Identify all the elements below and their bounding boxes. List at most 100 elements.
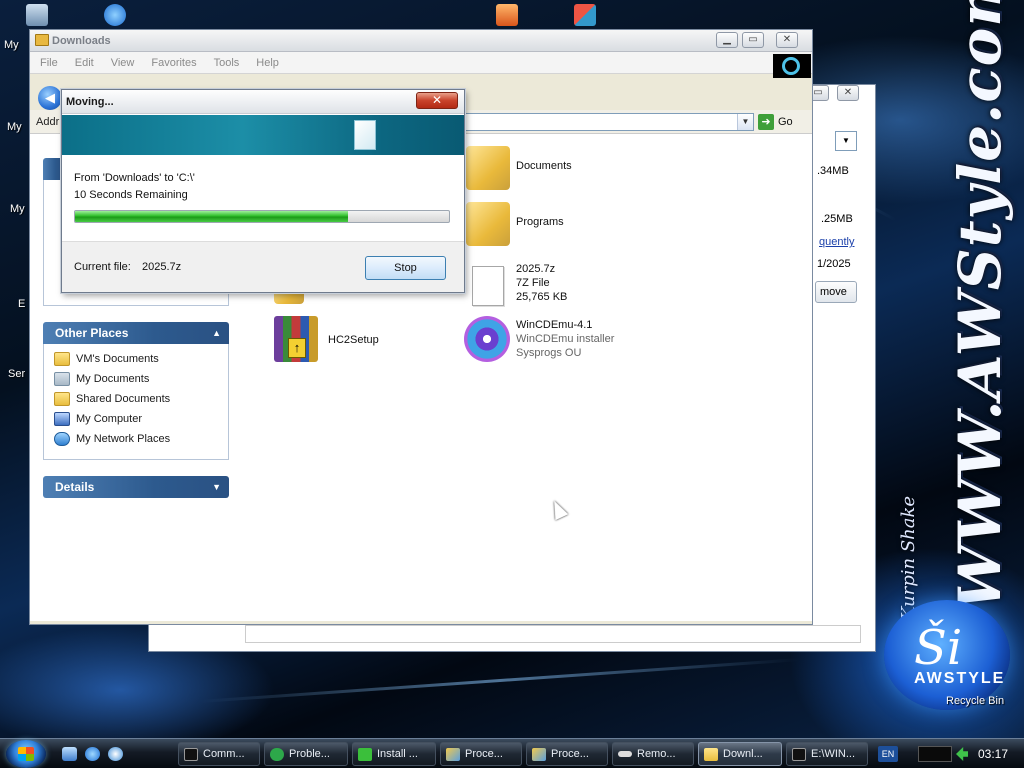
bg-size-text: .34MB xyxy=(817,165,849,177)
other-place-my-documents[interactable]: My Documents xyxy=(54,370,149,388)
stop-button[interactable]: Stop xyxy=(365,256,446,280)
console-icon xyxy=(184,747,198,761)
collapse-chevron-icon[interactable]: ▲ xyxy=(212,322,221,344)
wallpaper-logo: Ši AWSTYLE xyxy=(884,600,1010,710)
desktop-icon-label[interactable]: My xyxy=(10,203,25,215)
console-icon xyxy=(792,747,806,761)
other-place-shared-documents[interactable]: Shared Documents xyxy=(54,390,170,408)
other-place-vms-documents[interactable]: VM's Documents xyxy=(54,350,159,368)
up-arrow-icon: ↑ xyxy=(288,338,306,358)
menu-file[interactable]: File xyxy=(40,57,58,69)
file-name: WinCDEmu-4.1 xyxy=(516,319,593,331)
bg-link[interactable]: quently xyxy=(819,236,854,248)
recycle-bin-label[interactable]: Recycle Bin xyxy=(946,695,1004,707)
folder-icon xyxy=(35,34,49,46)
wallpaper-streak xyxy=(199,658,799,703)
other-places-header[interactable]: Other Places ▲ xyxy=(43,322,229,344)
details-header[interactable]: Details ▼ xyxy=(43,476,229,498)
taskbar-button-label: Remo... xyxy=(637,748,676,760)
back-button[interactable]: ◀ xyxy=(38,86,62,110)
problem-icon xyxy=(270,747,284,761)
taskbar-button-console[interactable]: E:\WIN... xyxy=(786,742,868,766)
desktop-shortcut-icon[interactable] xyxy=(26,4,48,26)
minimize-button[interactable]: ▁ xyxy=(716,32,738,48)
menu-view[interactable]: View xyxy=(111,57,135,69)
desktop-app-icon[interactable] xyxy=(496,4,518,26)
maximize-button[interactable]: ▭ xyxy=(742,32,764,48)
menu-favorites[interactable]: Favorites xyxy=(151,57,196,69)
desktop-icon-label[interactable]: My xyxy=(7,121,22,133)
task-panel-header[interactable] xyxy=(43,158,63,180)
expand-chevron-icon[interactable]: ▼ xyxy=(212,476,221,498)
process-icon xyxy=(446,747,460,761)
folder-icon xyxy=(54,352,70,366)
bg-dropdown[interactable]: ▼ xyxy=(835,131,857,151)
taskbar-button-label: Proble... xyxy=(289,748,330,760)
menu-edit[interactable]: Edit xyxy=(75,57,94,69)
install-icon xyxy=(358,747,372,761)
taskbar-button-process-2[interactable]: Proce... xyxy=(526,742,608,766)
folder-icon xyxy=(466,146,510,190)
file-size: 25,765 KB xyxy=(516,291,568,303)
7z-file-icon xyxy=(472,266,504,306)
file-name: Programs xyxy=(516,216,564,228)
address-input[interactable]: ▼ xyxy=(436,113,754,131)
internet-explorer-icon[interactable] xyxy=(85,747,100,761)
folder-programs[interactable]: Programs xyxy=(466,202,606,250)
file-name: Documents xyxy=(516,160,572,172)
file-hc2setup[interactable]: ↑ HC2Setup xyxy=(274,316,424,368)
taskbar-clock[interactable]: 03:17 xyxy=(978,747,1008,761)
internet-explorer-icon[interactable] xyxy=(104,4,126,26)
close-button[interactable]: ✕ xyxy=(776,32,798,48)
language-indicator[interactable]: EN xyxy=(878,746,898,762)
menu-bar: File Edit View Favorites Tools Help xyxy=(30,52,812,74)
taskbar-button-label: Proce... xyxy=(551,748,589,760)
go-button[interactable]: ➜ Go xyxy=(758,113,804,131)
remote-icon xyxy=(618,751,632,757)
move-progress-bar xyxy=(74,210,450,223)
other-places-title: Other Places xyxy=(55,326,129,340)
show-desktop-icon[interactable] xyxy=(62,747,77,761)
file-2025-7z[interactable]: 2025.7z 7Z File 25,765 KB xyxy=(466,260,616,310)
throbber-ring-icon xyxy=(782,57,800,75)
dialog-banner xyxy=(62,115,464,155)
taskbar-button-process-1[interactable]: Proce... xyxy=(440,742,522,766)
desktop-icon-label[interactable]: Ser xyxy=(8,368,25,380)
file-company: Sysprogs OU xyxy=(516,347,582,359)
documents-icon xyxy=(54,372,70,386)
dialog-close-button[interactable]: ✕ xyxy=(416,92,458,109)
wallpaper-signature: Kurpin Shake xyxy=(898,495,919,620)
taskbar-button-problems[interactable]: Proble... xyxy=(264,742,348,766)
other-place-label: My Documents xyxy=(76,373,150,385)
folder-icon xyxy=(704,747,718,761)
file-name: 2025.7z xyxy=(516,263,556,275)
folder-documents[interactable]: Documents xyxy=(466,146,606,194)
dialog-title-bar[interactable]: Moving... xyxy=(62,90,464,114)
start-button[interactable] xyxy=(6,740,46,768)
folder-icon xyxy=(466,202,510,246)
time-remaining-text: 10 Seconds Remaining xyxy=(74,189,188,201)
wallpaper-brand-text: WWW.AWStyle.com xyxy=(946,0,1014,610)
taskbar-button-remote[interactable]: Remo... xyxy=(612,742,694,766)
bg-date-text: 1/2025 xyxy=(817,258,851,270)
desktop-app-icon[interactable] xyxy=(574,4,596,26)
other-place-my-network-places[interactable]: My Network Places xyxy=(54,430,170,448)
network-monitor-icon[interactable] xyxy=(918,746,952,762)
desktop-icon-label[interactable]: E xyxy=(18,298,25,310)
move-from-to-text: From 'Downloads' to 'C:\' xyxy=(74,172,195,184)
menu-help[interactable]: Help xyxy=(256,57,279,69)
taskbar-button-install[interactable]: Install ... xyxy=(352,742,436,766)
bg-size-text: .25MB xyxy=(821,213,853,225)
bg-remove-button[interactable]: move xyxy=(815,281,857,303)
other-place-my-computer[interactable]: My Computer xyxy=(54,410,142,428)
taskbar-button-downloads[interactable]: Downl... xyxy=(698,742,782,766)
taskbar-button-command[interactable]: Comm... xyxy=(178,742,260,766)
explorer-title-bar[interactable]: Downloads ▁ ▭ ✕ xyxy=(30,30,812,52)
bg-close-button[interactable]: ✕ xyxy=(837,85,859,101)
menu-tools[interactable]: Tools xyxy=(214,57,240,69)
address-dropdown-button[interactable]: ▼ xyxy=(737,114,753,130)
desktop-icon-label[interactable]: My xyxy=(4,39,19,51)
file-wincdemu[interactable]: WinCDEmu-4.1 WinCDEmu installer Sysprogs… xyxy=(464,316,644,368)
connection-arrow-icon[interactable] xyxy=(956,747,968,761)
media-player-icon[interactable] xyxy=(108,747,123,761)
